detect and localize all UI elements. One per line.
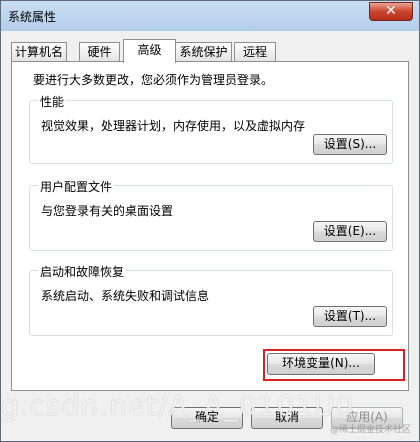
tab-hardware[interactable]: 硬件 <box>79 42 120 62</box>
tab-advanced[interactable]: 高级 <box>123 39 176 63</box>
performance-settings-button[interactable]: 设置(S)... <box>313 134 387 155</box>
user-profiles-settings-button[interactable]: 设置(E)... <box>313 221 387 242</box>
user-profiles-group: 用户配置文件 与您登录有关的桌面设置 设置(E)... <box>29 178 393 251</box>
watermark-text: g.csdn.net/A_A_0101U0 <box>1 389 355 422</box>
user-profiles-description: 与您登录有关的桌面设置 <box>41 204 174 218</box>
performance-title: 性能 <box>38 93 67 110</box>
advanced-tab-panel: 要进行大多数更改，您必须作为管理员登录。 性能 视觉效果，处理器计划，内存使用，… <box>11 61 409 391</box>
title-bar[interactable]: 系统属性 ✕ <box>1 1 419 31</box>
corner-watermark: @稀土掘金技术社区 <box>329 425 411 435</box>
tab-remote[interactable]: 远程 <box>234 42 276 62</box>
startup-recovery-title: 启动和故障恢复 <box>38 263 127 280</box>
tab-system-protection[interactable]: 系统保护 <box>175 42 232 62</box>
startup-recovery-description: 系统启动、系统失败和调试信息 <box>41 289 210 303</box>
startup-recovery-group: 启动和故障恢复 系统启动、系统失败和调试信息 设置(T)... <box>29 263 393 336</box>
highlight-box <box>263 349 405 381</box>
startup-recovery-settings-button[interactable]: 设置(T)... <box>313 306 387 327</box>
system-properties-window: 系统属性 ✕ 计算机名 硬件 高级 系统保护 远程 要进行大多数更改，您必须作为… <box>0 0 420 442</box>
performance-group: 性能 视觉效果，处理器计划，内存使用，以及虚拟内存 设置(S)... <box>29 93 393 164</box>
window-title: 系统属性 <box>8 10 57 24</box>
admin-notice: 要进行大多数更改，您必须作为管理员登录。 <box>33 73 274 87</box>
tab-computer-name[interactable]: 计算机名 <box>11 42 67 62</box>
user-profiles-title: 用户配置文件 <box>38 178 115 195</box>
close-button[interactable]: ✕ <box>369 2 413 21</box>
performance-description: 视觉效果，处理器计划，内存使用，以及虚拟内存 <box>41 119 306 133</box>
